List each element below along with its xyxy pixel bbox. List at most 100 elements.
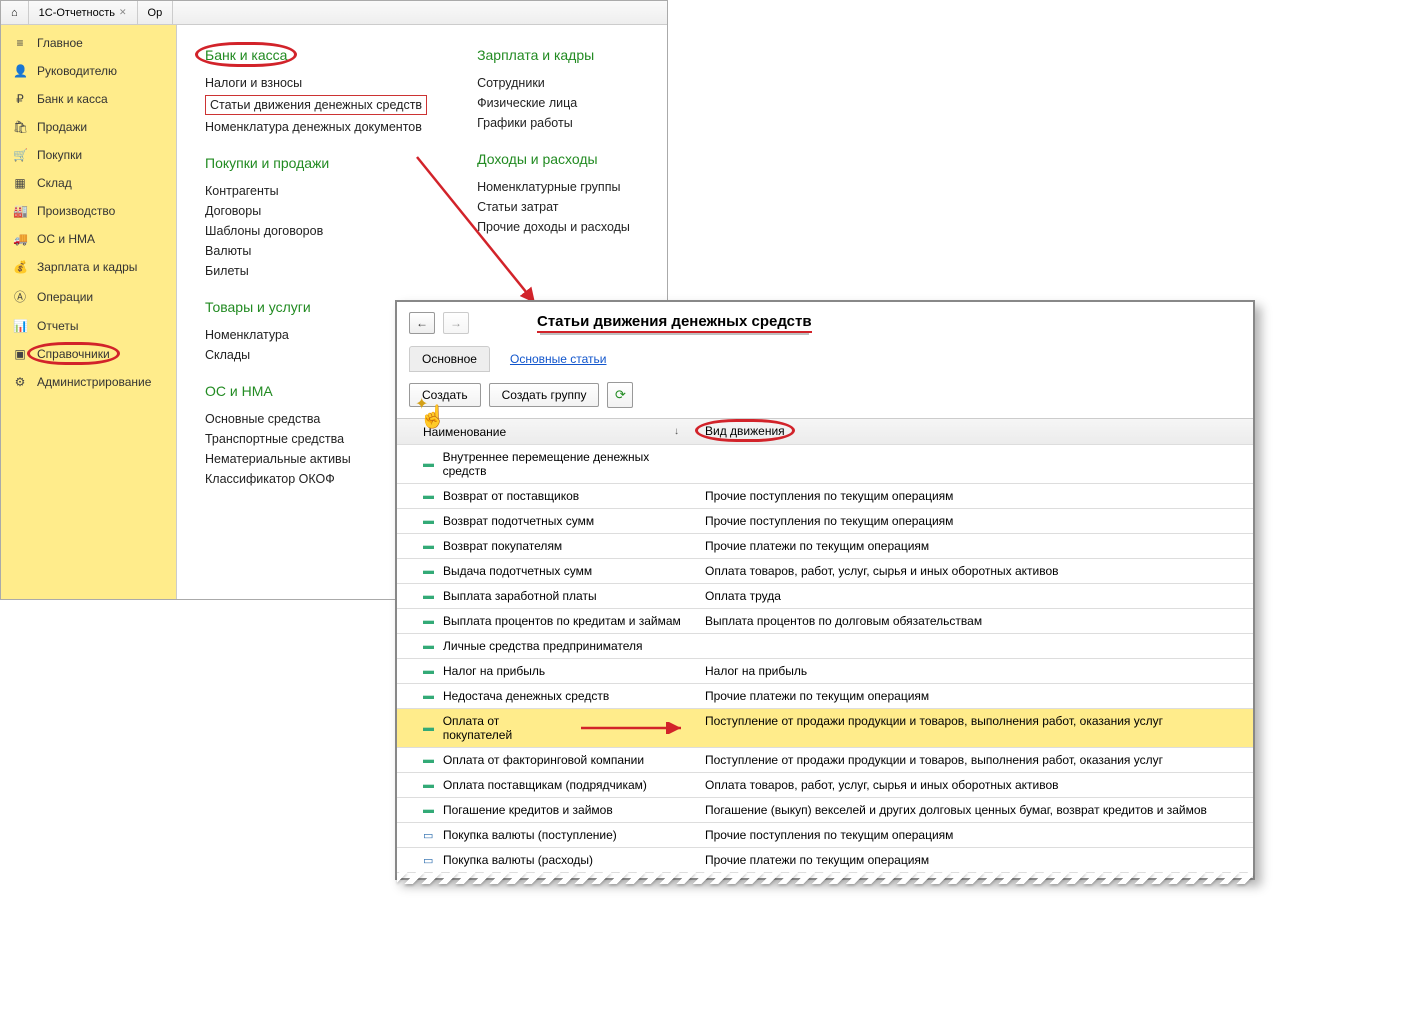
row-name: Выплата заработной платы [443,589,597,603]
table-row[interactable]: ▬Оплата от покупателейПоступление от про… [397,709,1253,748]
close-icon[interactable]: ✕ [119,7,127,18]
table-row[interactable]: ▬ Оплата поставщикам (подрядчикам) Оплата … [397,773,1253,798]
sidebar-item-purchases[interactable]: 🛒Покупки [1,141,176,169]
row-name: Погашение кредитов и займов [443,803,613,817]
section-title: Банк и касса [205,47,427,63]
data-table: Наименование↓ Вид движения ▬Внутреннее п… [397,418,1253,873]
forward-button[interactable]: → [443,312,469,334]
row-name: Личные средства предпринимателя [443,639,643,653]
item-icon: ▬ [423,458,437,470]
item-icon: ▬ [423,640,437,652]
table-row[interactable]: ▬ Личные средства предпринимателя [397,634,1253,659]
item-icon: ▬ [423,722,437,734]
sidebar-item-warehouse[interactable]: ▦Склад [1,169,176,197]
table-row[interactable]: ▬Выдача подотчетных суммОплата товаров, … [397,559,1253,584]
content-link[interactable]: Статьи затрат [477,197,630,217]
table-row[interactable]: ▬Налог на прибыльНалог на прибыль [397,659,1253,684]
content-link[interactable]: Прочие доходы и расходы [477,217,630,237]
ruble-icon: ₽ [13,92,27,106]
sidebar-item-production[interactable]: 🏭Производство [1,197,176,225]
tab-main[interactable]: Основное [409,346,490,372]
row-kind: Прочие платежи по текущим операциям [697,684,1253,708]
table-row[interactable]: ▬Возврат покупателямПрочие платежи по те… [397,534,1253,559]
content-link[interactable]: Транспортные средства [205,429,427,449]
table-row[interactable]: ▬Недостача денежных средствПрочие платеж… [397,684,1253,709]
row-name: Оплата поставщикам (подрядчикам) [443,778,647,792]
content-link[interactable]: Шаблоны договоров [205,221,427,241]
content-link[interactable]: Валюты [205,241,427,261]
refresh-button[interactable]: ⟳ [607,382,633,408]
item-icon: ▬ [423,779,437,791]
row-kind: Оплата труда [697,584,1253,608]
sidebar-item-main[interactable]: ≡Главное [1,29,176,57]
column-name[interactable]: Наименование [423,425,506,439]
content-link[interactable]: Статьи движения денежных средств [205,95,427,115]
row-name: Возврат подотчетных сумм [443,514,594,528]
content-link[interactable]: Графики работы [477,113,630,133]
table-row[interactable]: ▬Внутреннее перемещение денежных средств [397,445,1253,484]
tab-reporting[interactable]: 1С-Отчетность✕ [29,1,138,24]
content-link[interactable]: Контрагенты [205,181,427,201]
truck-icon: 🚚 [13,232,27,246]
sidebar-item-catalogs[interactable]: ▣Справочники [1,340,176,368]
sidebar-item-label: Справочники [37,347,110,361]
sidebar-item-salary[interactable]: 💰Зарплата и кадры [1,253,176,281]
row-name: Налог на прибыль [443,664,545,678]
sidebar-item-admin[interactable]: ⚙Администрирование [1,368,176,396]
table-row[interactable]: ▬Возврат от поставщиковПрочие поступлени… [397,484,1253,509]
item-icon: ▬ [423,690,437,702]
table-row[interactable]: ▬Оплата от факторинговой компанииПоступл… [397,748,1253,773]
table-header: Наименование↓ Вид движения [397,419,1253,445]
section-title: Зарплата и кадры [477,47,630,63]
item-icon: ▬ [423,490,437,502]
content-link[interactable]: Номенклатура [205,325,427,345]
factory-icon: 🏭 [13,204,27,218]
sidebar-item-manager[interactable]: 👤Руководителю [1,57,176,85]
row-name: Покупка валюты (расходы) [443,853,593,867]
sidebar-item-reports[interactable]: 📊Отчеты [1,312,176,340]
sidebar-item-sales[interactable]: 🛍Продажи [1,113,176,141]
sidebar-item-bank[interactable]: ₽Банк и касса [1,85,176,113]
column-kind[interactable]: Вид движения [705,424,785,438]
content-link[interactable]: Договоры [205,201,427,221]
back-button[interactable]: ← [409,312,435,334]
sidebar-item-label: Руководителю [37,64,117,78]
table-row[interactable]: ▬Выплата заработной платыОплата труда [397,584,1253,609]
sidebar-item-assets[interactable]: 🚚ОС и НМА [1,225,176,253]
table-row[interactable]: ▬Погашение кредитов и займовПогашение (в… [397,798,1253,823]
content-link[interactable]: Нематериальные активы [205,449,427,469]
table-row[interactable]: ▭Покупка валюты (расходы)Прочие платежи … [397,848,1253,873]
section-title: Товары и услуги [205,299,427,315]
table-row[interactable]: ▬Выплата процентов по кредитам и займамВ… [397,609,1253,634]
content-link[interactable]: Налоги и взносы [205,73,427,93]
tab-other[interactable]: Ор [138,1,174,24]
content-link[interactable]: Классификатор ОКОФ [205,469,427,489]
grid-icon: ▦ [13,176,27,190]
row-kind: Поступление от продажи продукции и товар… [697,748,1253,772]
content-link[interactable]: Физические лица [477,93,630,113]
section-title: ОС и НМА [205,383,427,399]
create-button[interactable]: Создать [409,383,481,407]
tab-home[interactable]: ⌂ [1,1,29,24]
content-link[interactable]: Номенклатура денежных документов [205,117,427,137]
content-link[interactable]: Склады [205,345,427,365]
row-name: Оплата от покупателей [443,714,570,742]
content-link[interactable]: Билеты [205,261,427,281]
row-kind: Оплата товаров, работ, услуг, сырья и ин… [697,773,1253,797]
row-name: Оплата от факторинговой компании [443,753,644,767]
content-link[interactable]: Номенклатурные группы [477,177,630,197]
row-kind: Прочие поступления по текущим операциям [697,484,1253,508]
create-group-button[interactable]: Создать группу [489,383,600,407]
sidebar-item-operations[interactable]: ⒶОперации [1,281,176,312]
content-link[interactable]: Основные средства [205,409,427,429]
content-link[interactable]: Сотрудники [477,73,630,93]
sidebar-item-label: Операции [37,290,93,304]
sidebar-item-label: Администрирование [37,375,151,389]
item-icon: ▭ [423,829,437,842]
torn-edge-decoration [397,872,1253,884]
table-row[interactable]: ▭Покупка валюты (поступление)Прочие пост… [397,823,1253,848]
row-kind [697,445,1253,483]
tab-main-articles[interactable]: Основные статьи [498,346,619,372]
table-row[interactable]: ▬Возврат подотчетных суммПрочие поступле… [397,509,1253,534]
row-kind: Прочие платежи по текущим операциям [697,848,1253,872]
